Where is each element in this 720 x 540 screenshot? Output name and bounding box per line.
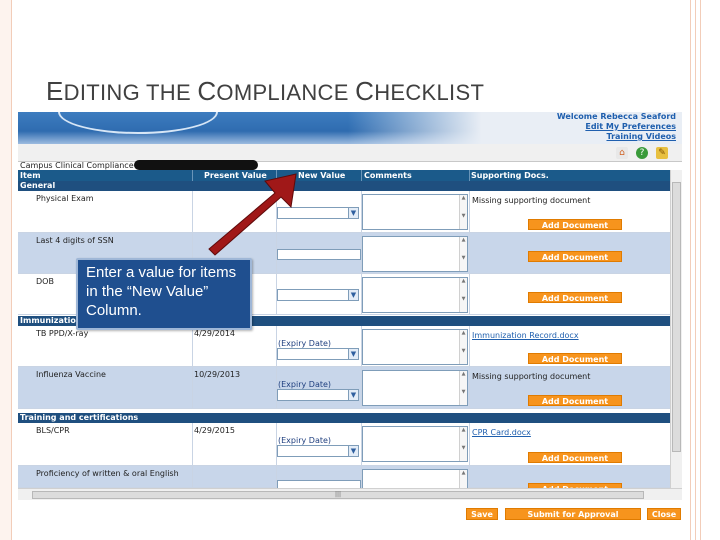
toolbar: ⌂ ? ✎ (18, 144, 682, 162)
chevron-down-icon: ▼ (348, 349, 358, 359)
help-icon[interactable]: ? (636, 147, 648, 159)
slide-border-right (690, 0, 720, 540)
chevron-down-icon: ▼ (348, 446, 358, 456)
comments-textarea[interactable]: ▲ (362, 469, 468, 489)
col-present-value: Present Value (204, 171, 267, 180)
comments-textarea[interactable]: ▲ ▼ (362, 370, 468, 406)
comments-textarea[interactable]: ▲ ▼ (362, 236, 468, 272)
breadcrumb: Campus Clinical Compliance (20, 161, 134, 170)
edit-preferences-link[interactable]: Edit My Preferences (557, 122, 676, 132)
edit-icon[interactable]: ✎ (656, 147, 668, 159)
app-banner: Welcome Rebecca Seaford Edit My Preferen… (18, 112, 682, 144)
vertical-scrollbar[interactable] (670, 170, 682, 488)
compliance-grid: Item Present Value New Value Comments Su… (18, 170, 682, 500)
document-link[interactable]: CPR Card.docx (472, 428, 531, 437)
col-comments: Comments (364, 171, 412, 180)
comments-textarea[interactable]: ▲ ▼ (362, 194, 468, 230)
section-training: Training and certifications (18, 413, 670, 423)
horizontal-scrollbar[interactable]: ||| (18, 488, 682, 500)
new-value-select[interactable]: ▼ (277, 289, 359, 301)
welcome-text: Welcome Rebecca Seaford (556, 112, 676, 121)
new-value-select[interactable]: ▼ (277, 207, 359, 219)
chevron-down-icon: ▼ (348, 208, 358, 218)
comments-textarea[interactable]: ▲ ▼ (362, 426, 468, 462)
chevron-down-icon: ▼ (348, 290, 358, 300)
table-row: Proficiency of written & oral English ▲ … (18, 466, 670, 494)
document-link[interactable]: Immunization Record.docx (472, 331, 579, 340)
chevron-down-icon: ▼ (348, 390, 358, 400)
new-value-select[interactable]: ▼ (277, 445, 359, 457)
logo-swoosh (58, 112, 218, 134)
slide-title: EDITING THE COMPLIANCE CHECKLIST (46, 76, 485, 106)
col-new-value: New Value (298, 171, 346, 180)
new-value-select[interactable]: ▼ (277, 389, 359, 401)
grid-header: Item Present Value New Value Comments Su… (18, 170, 670, 181)
add-document-button[interactable]: Add Document (528, 251, 622, 262)
save-button[interactable]: Save (466, 508, 498, 520)
col-supporting-docs: Supporting Docs. (471, 171, 549, 180)
submit-for-approval-button[interactable]: Submit for Approval (505, 508, 641, 520)
comments-textarea[interactable]: ▲ ▼ (362, 329, 468, 365)
table-row: BLS/CPR 4/29/2015 (Expiry Date) ▼ ▲ ▼ CPR… (18, 423, 670, 466)
table-row: TB PPD/X-ray 4/29/2014 (Expiry Date) ▼ ▲… (18, 326, 670, 367)
redaction-mark (134, 160, 258, 170)
home-icon[interactable]: ⌂ (616, 147, 628, 159)
new-value-select[interactable]: ▼ (277, 348, 359, 360)
slide-border-left (0, 0, 12, 540)
training-videos-link[interactable]: Training Videos (557, 132, 676, 142)
add-document-button[interactable]: Add Document (528, 219, 622, 230)
add-document-button[interactable]: Add Document (528, 395, 622, 406)
col-item: Item (20, 171, 41, 180)
add-document-button[interactable]: Add Document (528, 353, 622, 364)
user-links: Welcome Rebecca Seaford Edit My Preferen… (557, 112, 676, 142)
close-button[interactable]: Close (647, 508, 681, 520)
table-row: Physical Exam ▼ ▲ ▼ Missing supporting do… (18, 191, 670, 233)
add-document-button[interactable]: Add Document (528, 292, 622, 303)
instruction-callout: Enter a value for items in the “New Valu… (76, 258, 252, 330)
new-value-input[interactable] (277, 249, 361, 260)
comments-textarea[interactable]: ▲ ▼ (362, 277, 468, 313)
table-row: Influenza Vaccine 10/29/2013 (Expiry Dat… (18, 367, 670, 409)
section-general: General (18, 181, 670, 191)
add-document-button[interactable]: Add Document (528, 452, 622, 463)
